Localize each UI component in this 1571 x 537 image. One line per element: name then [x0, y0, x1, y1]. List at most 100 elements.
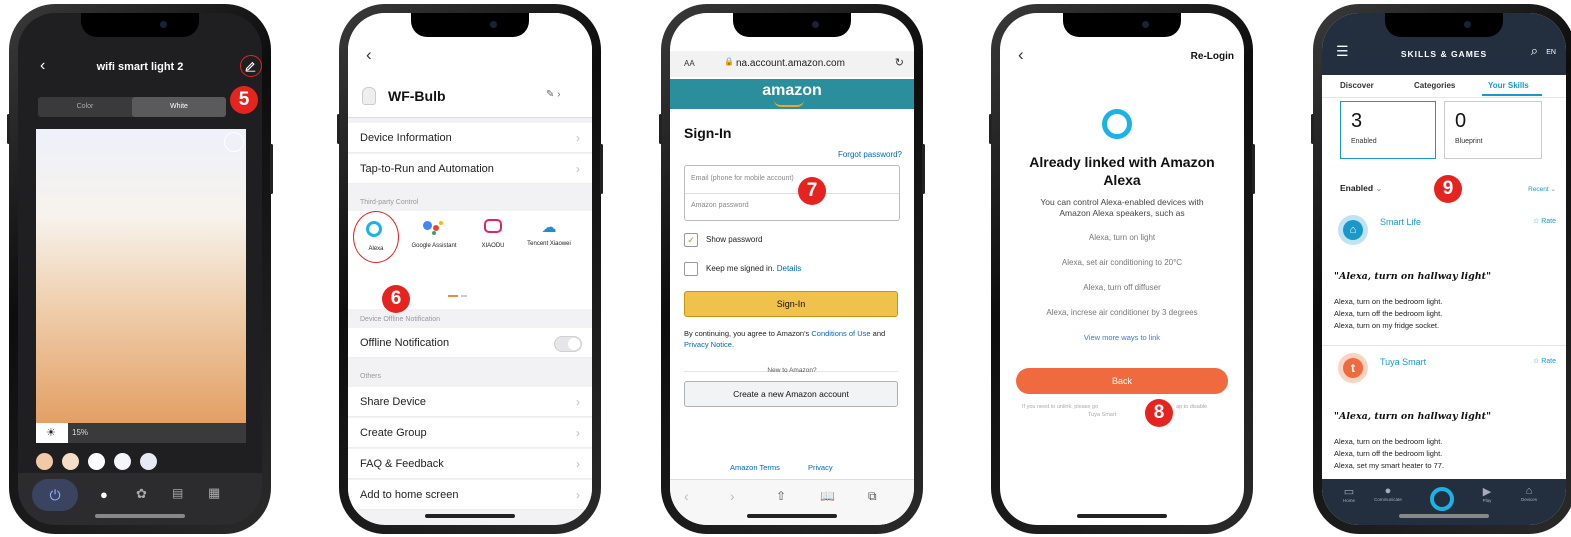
- view-more-link[interactable]: View more ways to link: [1000, 333, 1244, 342]
- bulb-icon: [362, 87, 376, 105]
- nav-communicate[interactable]: ● Communicate: [1368, 485, 1408, 502]
- color-swatch[interactable]: [36, 453, 53, 470]
- row-device-information[interactable]: Device Information ›: [348, 123, 592, 153]
- address-bar[interactable]: AA 🔒 na.account.amazon.com ↻: [670, 51, 914, 77]
- email-field[interactable]: Email (phone for mobile account): [691, 175, 794, 182]
- edit-icon[interactable]: ✎ ›: [546, 89, 561, 100]
- forgot-password-link[interactable]: Forgot password?: [838, 150, 902, 159]
- nav-play[interactable]: ▶ Play: [1472, 485, 1502, 503]
- tab-categories[interactable]: Categories: [1414, 81, 1455, 90]
- sort-dropdown[interactable]: Recent ⌄: [1528, 185, 1556, 193]
- alexa-linked-screen: ‹ Re-Login Already linked with Amazon Al…: [1000, 13, 1244, 525]
- nav-home[interactable]: ▭ Home: [1334, 485, 1364, 503]
- mode-tabs: Color White: [38, 97, 226, 117]
- enabled-label: Enabled: [1351, 138, 1377, 145]
- create-account-button[interactable]: Create a new Amazon account: [684, 381, 898, 407]
- footer-privacy-link[interactable]: Privacy: [808, 463, 833, 472]
- credentials-box: Email (phone for mobile account) Amazon …: [684, 165, 900, 221]
- color-swatch[interactable]: [88, 453, 105, 470]
- keep-signed-checkbox[interactable]: [684, 262, 698, 276]
- privacy-notice-link[interactable]: Privacy Notice: [684, 340, 732, 349]
- linked-heading: Already linked with Amazon Alexa: [1029, 154, 1215, 188]
- row-share-device[interactable]: Share Device ›: [348, 387, 592, 417]
- skill-card-tuya-smart[interactable]: t Tuya Smart ☆ Rate "Alexa, turn on hall…: [1322, 347, 1566, 477]
- example-2: Alexa, set air conditioning to 20°C: [1061, 258, 1183, 267]
- palette-icon[interactable]: ✿: [136, 486, 147, 502]
- relogin-button[interactable]: Re-Login: [1191, 51, 1234, 62]
- linked-description: You can control Alexa-enabled devices wi…: [1040, 197, 1204, 218]
- row-add-home-screen[interactable]: Add to home screen ›: [348, 480, 592, 510]
- color-swatch[interactable]: [140, 453, 157, 470]
- back-icon[interactable]: ‹: [366, 45, 372, 65]
- bulb-icon[interactable]: ●: [100, 487, 108, 502]
- password-field[interactable]: Amazon password: [691, 202, 749, 209]
- tabs-icon[interactable]: ⧉: [868, 489, 877, 504]
- enabled-card[interactable]: 3 Enabled: [1340, 101, 1436, 159]
- screen-title: wifi smart light 2: [96, 61, 184, 73]
- home-indicator: [747, 514, 837, 518]
- integration-google-assistant[interactable]: Google Assistant: [411, 219, 457, 249]
- power-button[interactable]: ⏻: [32, 479, 78, 511]
- step-badge-9: 9: [1434, 175, 1462, 203]
- smart-life-icon: ⌂: [1338, 215, 1368, 245]
- conditions-link[interactable]: Conditions of Use: [811, 329, 870, 338]
- color-swatch[interactable]: [114, 453, 131, 470]
- tab-white[interactable]: White: [132, 97, 226, 117]
- text-size-button[interactable]: AA: [684, 59, 695, 68]
- nav-alexa[interactable]: [1430, 487, 1454, 511]
- integration-xiaodu[interactable]: XIAODU: [470, 219, 516, 249]
- phone-device-settings: ‹ WF-Bulb ✎ › Device Information › Tap-to…: [337, 4, 603, 534]
- brightness-bar[interactable]: ☀ 15%: [36, 423, 246, 443]
- unlink-note-line2: Tuya Smart: [1088, 412, 1117, 418]
- google-assistant-icon: [423, 219, 457, 239]
- back-button[interactable]: Back: [1016, 368, 1228, 394]
- picker-handle[interactable]: [224, 132, 244, 152]
- edit-icon[interactable]: [240, 55, 262, 77]
- show-password-checkbox[interactable]: ✓: [684, 233, 698, 247]
- blueprint-card[interactable]: 0 Blueprint: [1444, 101, 1542, 159]
- more-icon[interactable]: ▦: [208, 485, 220, 501]
- tab-discover[interactable]: Discover: [1340, 81, 1374, 90]
- integration-alexa[interactable]: Alexa: [353, 211, 399, 263]
- skill-line: Alexa, set my smart heater to 77.: [1334, 461, 1445, 470]
- tab-color[interactable]: Color: [38, 97, 132, 117]
- row-faq-feedback[interactable]: FAQ & Feedback ›: [348, 449, 592, 479]
- step-badge-8: 8: [1145, 399, 1173, 427]
- phone-smart-light: ‹ wifi smart light 2 5 Color White ☀ 15%…: [7, 4, 273, 534]
- back-icon[interactable]: ‹: [1018, 45, 1024, 65]
- skill-name[interactable]: Smart Life: [1380, 217, 1421, 227]
- bookmarks-icon[interactable]: 📖: [820, 489, 835, 503]
- skill-line: Alexa, turn on the bedroom light.: [1334, 297, 1443, 306]
- blueprint-label: Blueprint: [1455, 138, 1483, 145]
- row-offline-notification[interactable]: Offline Notification: [348, 328, 592, 358]
- rate-link[interactable]: ☆ Rate: [1533, 217, 1556, 225]
- offline-toggle[interactable]: [554, 336, 582, 352]
- language-toggle[interactable]: EN: [1546, 49, 1556, 56]
- tab-your-skills[interactable]: Your Skills: [1488, 81, 1529, 90]
- row-tap-to-run[interactable]: Tap-to-Run and Automation ›: [348, 154, 592, 184]
- footer-terms-link[interactable]: Amazon Terms: [730, 463, 780, 472]
- details-link[interactable]: Details: [777, 264, 801, 273]
- filter-dropdown[interactable]: Enabled ⌄: [1340, 183, 1383, 194]
- skill-line: Alexa, turn off the bedroom light.: [1334, 309, 1443, 318]
- search-icon[interactable]: ⌕: [1531, 43, 1538, 59]
- scene-icon[interactable]: ▤: [172, 486, 183, 500]
- skill-name[interactable]: Tuya Smart: [1380, 357, 1426, 367]
- forward-icon[interactable]: ›: [730, 488, 735, 504]
- color-swatch[interactable]: [62, 453, 79, 470]
- nav-devices[interactable]: ⌂ Devices: [1512, 485, 1546, 502]
- white-temperature-picker[interactable]: [36, 129, 246, 423]
- rate-link[interactable]: ☆ Rate: [1533, 357, 1556, 365]
- skill-card-smart-life[interactable]: ⌂ Smart Life ☆ Rate "Alexa, turn on hall…: [1322, 209, 1566, 341]
- reload-icon[interactable]: ↻: [895, 56, 904, 69]
- row-create-group[interactable]: Create Group ›: [348, 418, 592, 448]
- example-4: Alexa, increse air conditioner by 3 degr…: [1046, 308, 1198, 317]
- back-icon[interactable]: ‹: [684, 488, 689, 504]
- share-icon[interactable]: ⇧: [776, 489, 786, 503]
- integration-tencent[interactable]: ☁ Tencent Xiaowei: [524, 219, 574, 247]
- notch: [733, 13, 851, 37]
- skills-tabs: Discover Categories Your Skills: [1322, 75, 1566, 98]
- device-settings-screen: ‹ WF-Bulb ✎ › Device Information › Tap-to…: [348, 13, 592, 525]
- signin-button[interactable]: Sign-In: [684, 291, 898, 317]
- phone-amazon-signin: AA 🔒 na.account.amazon.com ↻ amazon Sign…: [659, 4, 925, 534]
